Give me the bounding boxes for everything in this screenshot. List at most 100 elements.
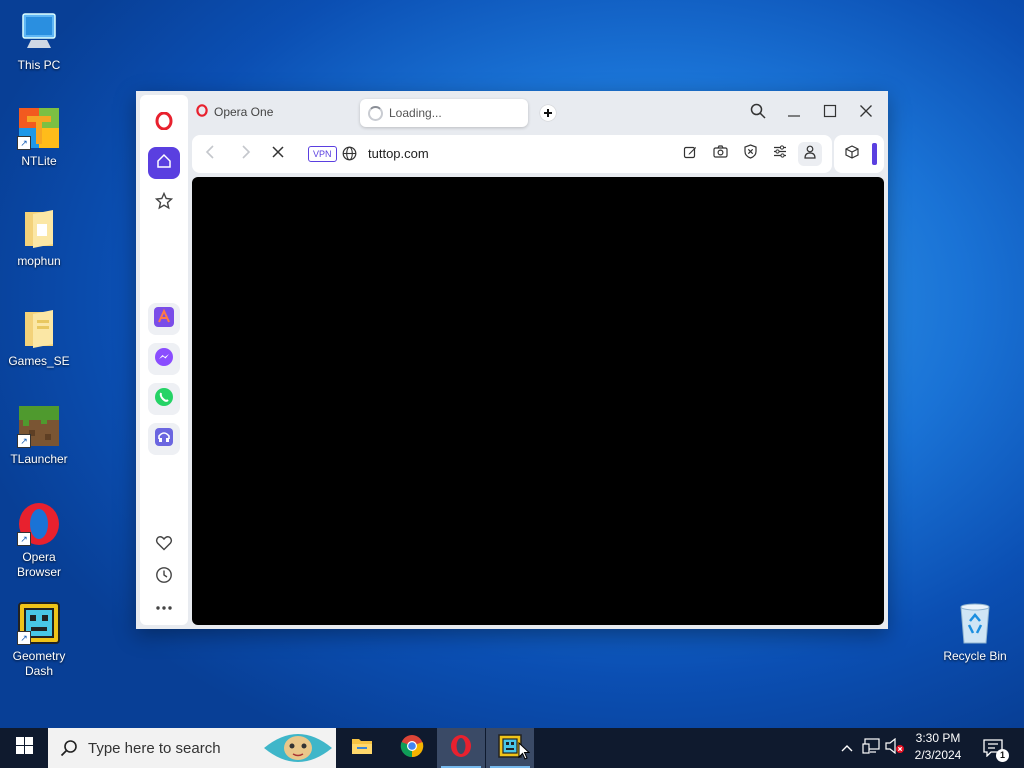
history-icon (155, 566, 173, 589)
browser-sidebar (140, 95, 188, 625)
opera-logo-icon (196, 104, 208, 120)
file-explorer-icon (351, 737, 373, 760)
sliders-icon (773, 145, 787, 163)
mouse-cursor-icon (518, 741, 531, 765)
address-bar: VPN tuttop.com (192, 135, 832, 173)
aria-icon (154, 306, 174, 332)
sidebar-pinboards-button[interactable] (148, 529, 180, 561)
chevron-left-icon (205, 144, 215, 164)
desktop-icon-tlauncher[interactable]: ↗ TLauncher (3, 404, 75, 467)
sidebar-messenger-button[interactable] (148, 343, 180, 375)
opera-icon (449, 734, 473, 763)
network-icon (862, 737, 880, 759)
user-icon (804, 145, 816, 164)
home-icon (156, 153, 172, 174)
clock-date: 2/3/2024 (914, 748, 962, 762)
taskbar-opera[interactable] (437, 728, 485, 768)
tab-search-button[interactable] (746, 101, 770, 125)
desktop-icon-label: Recycle Bin (943, 649, 1007, 663)
desktop-icon-label: Geometry Dash (12, 649, 66, 678)
action-center-button[interactable]: 1 (978, 728, 1009, 768)
desktop-icon-ntlite[interactable]: ↗ NTLite (3, 106, 75, 169)
search-icon (750, 103, 766, 124)
search-highlight-mask-icon (260, 728, 336, 768)
maximize-button[interactable] (818, 101, 842, 125)
taskbar-clock[interactable]: 3:30 PM 2/3/2024 (906, 730, 970, 766)
easy-setup-button[interactable] (768, 142, 792, 166)
music-player-icon (154, 427, 174, 452)
taskbar-file-explorer[interactable] (338, 728, 386, 768)
minecraft-grass-block-icon: ↗ (17, 404, 61, 448)
adblock-button[interactable] (738, 142, 762, 166)
desktop-icon-geometry-dash[interactable]: ↗ Geometry Dash (3, 601, 75, 679)
shield-icon (743, 144, 757, 164)
sidebar-music-player-button[interactable] (148, 423, 180, 455)
shortcut-arrow-icon: ↗ (17, 136, 31, 150)
taskbar-chrome[interactable] (388, 728, 436, 768)
url-text[interactable]: tuttop.com (368, 146, 429, 161)
desktop-icon-mophun[interactable]: mophun (3, 206, 75, 269)
sidebar-more-button[interactable] (148, 591, 180, 623)
chevron-up-icon (841, 739, 853, 757)
volume-muted-icon (885, 737, 905, 759)
desktop-icon-label: This PC (17, 58, 61, 72)
sidebar-history-button[interactable] (148, 561, 180, 593)
new-tab-button[interactable] (536, 101, 560, 125)
desktop-icon-label: Opera Browser (16, 550, 61, 579)
loading-spinner-icon (368, 105, 383, 121)
desktop-icon-label: TLauncher (10, 452, 68, 466)
sidebar-bookmarks-button[interactable] (148, 187, 180, 219)
sidebar-whatsapp-button[interactable] (148, 383, 180, 415)
profile-button[interactable] (798, 142, 822, 166)
globe-icon (342, 146, 357, 166)
tab-title: Opera One (214, 105, 274, 119)
notification-icon: 1 (983, 739, 1009, 762)
more-icon (155, 598, 173, 616)
forward-button[interactable] (234, 142, 258, 166)
network-button[interactable] (860, 728, 882, 768)
edit-icon (683, 145, 697, 164)
desktop-icon-label: Games_SE (8, 354, 70, 368)
messenger-icon (154, 347, 174, 372)
recycle-bin-icon (953, 601, 997, 645)
maximize-icon (823, 104, 837, 123)
minimize-button[interactable] (782, 101, 806, 125)
heart-icon (155, 534, 173, 557)
desktop-icon-games-se[interactable]: Games_SE (3, 306, 75, 369)
volume-button[interactable] (884, 728, 906, 768)
chevron-right-icon (241, 144, 251, 164)
extensions-button[interactable] (840, 142, 864, 166)
folder-icon (17, 206, 61, 250)
camera-icon (712, 145, 728, 163)
close-icon (859, 104, 873, 123)
tab-opera-one[interactable]: Opera One (196, 101, 273, 123)
stop-loading-button[interactable] (266, 142, 290, 166)
sidebar-home-button[interactable] (148, 147, 180, 179)
desktop-icon-label: mophun (17, 254, 61, 268)
computer-icon (17, 10, 61, 54)
desktop-icon-this-pc[interactable]: This PC (3, 10, 75, 73)
geometry-dash-icon: ↗ (17, 601, 61, 645)
close-icon (272, 145, 284, 163)
desktop-icon-opera-browser[interactable]: ↗ Opera Browser (3, 502, 75, 580)
page-content-area[interactable] (192, 177, 884, 625)
sidebar-toggle-indicator[interactable] (872, 143, 877, 165)
whatsapp-icon (154, 387, 174, 412)
tab-loading[interactable]: Loading... (360, 99, 528, 127)
show-hidden-icons-button[interactable] (838, 728, 856, 768)
desktop-icon-recycle-bin[interactable]: Recycle Bin (939, 601, 1011, 664)
back-button[interactable] (198, 142, 222, 166)
vpn-badge[interactable]: VPN (308, 146, 337, 162)
close-button[interactable] (854, 101, 878, 125)
start-button[interactable] (0, 728, 48, 768)
snapshot-edit-button[interactable] (678, 142, 702, 166)
folder-icon (17, 306, 61, 350)
search-placeholder: Type here to search (88, 739, 221, 757)
taskbar-search-box[interactable]: Type here to search (48, 728, 336, 768)
opera-menu-icon[interactable] (148, 105, 180, 137)
tab-title: Loading... (389, 106, 442, 120)
snapshot-button[interactable] (708, 142, 732, 166)
sidebar-aria-button[interactable] (148, 303, 180, 335)
shortcut-arrow-icon: ↗ (17, 631, 31, 645)
taskbar: Type here to search 3:30 PM 2/3/2024 1 (0, 728, 1024, 768)
